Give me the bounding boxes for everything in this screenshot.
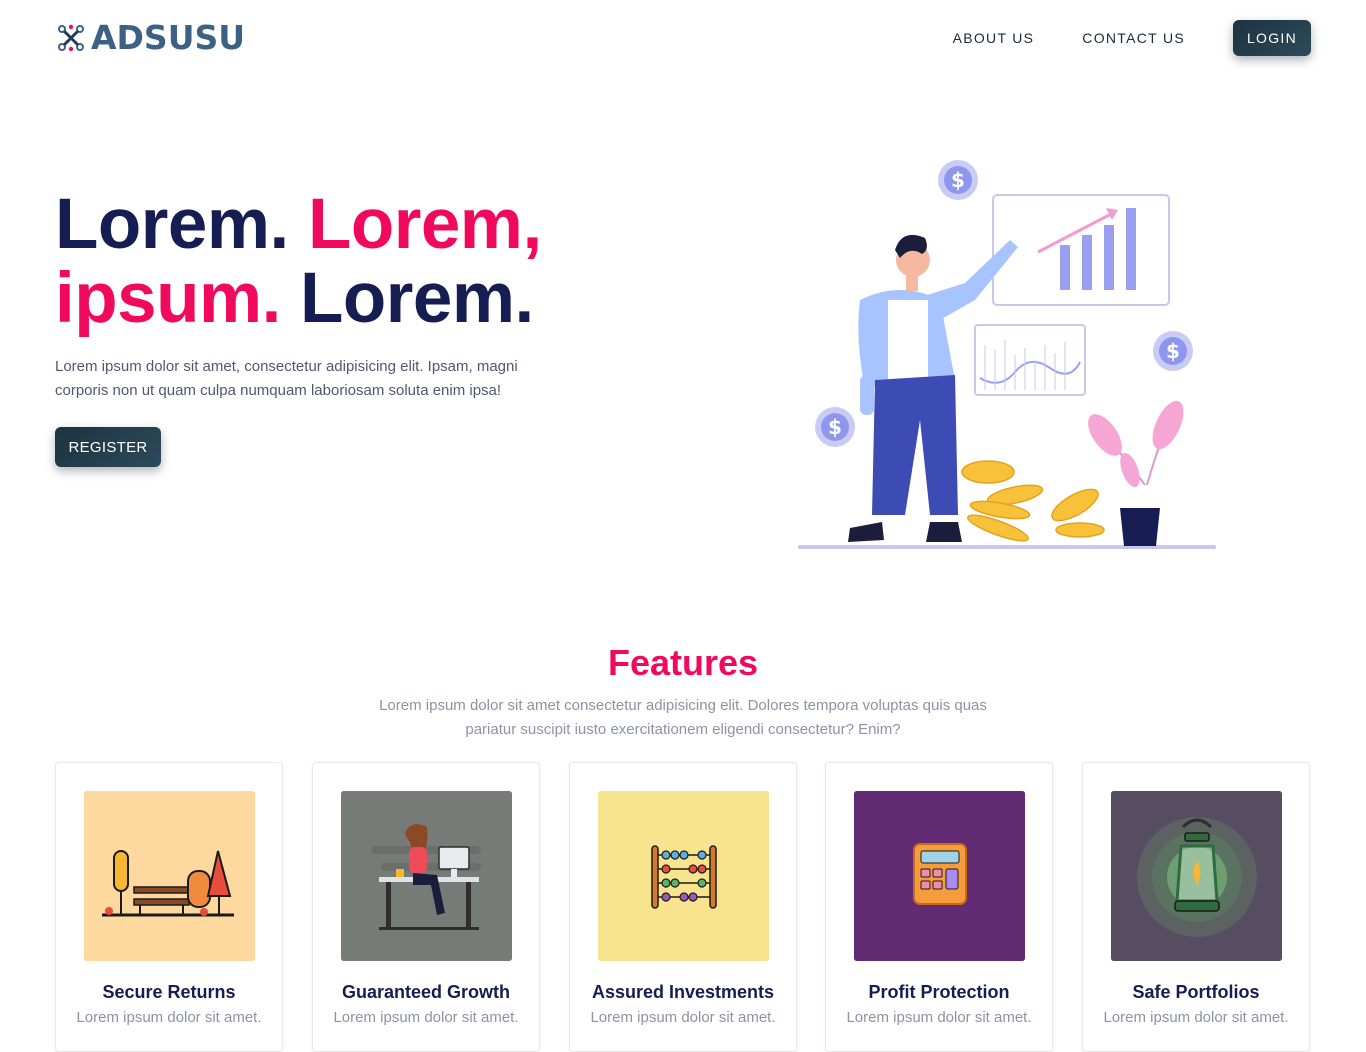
site-header: ADSUSU ABOUT US CONTACT US LOGIN xyxy=(0,0,1366,80)
feature-card-text: Lorem ipsum dolor sit amet. xyxy=(333,1009,519,1026)
feature-image xyxy=(854,791,1025,961)
feature-image xyxy=(1111,791,1282,961)
hero-title: Lorem. Lorem, ipsum. Lorem. xyxy=(55,188,542,336)
feature-card-assured-investments[interactable]: Assured Investments Lorem ipsum dolor si… xyxy=(569,762,797,1052)
feature-card-text: Lorem ipsum dolor sit amet. xyxy=(1103,1009,1289,1026)
features-heading: Features xyxy=(607,642,759,683)
hero-title-part-4: Lorem. xyxy=(280,259,534,338)
feature-card-text: Lorem ipsum dolor sit amet. xyxy=(590,1009,776,1026)
feature-card-title: Assured Investments xyxy=(591,982,775,1002)
businessman-growth-chart-illustration: $ $ $ xyxy=(798,160,1216,549)
calculator-icon xyxy=(854,791,1025,961)
dollar-coin-icon: $ xyxy=(938,160,978,200)
abacus-icon xyxy=(598,791,769,961)
feature-card-profit-protection[interactable]: Profit Protection Lorem ipsum dolor sit … xyxy=(825,762,1053,1052)
svg-text:$: $ xyxy=(828,415,842,439)
feature-card-secure-returns[interactable]: Secure Returns Lorem ipsum dolor sit ame… xyxy=(55,762,283,1052)
brand-name: ADSUSU xyxy=(91,18,246,57)
feature-card-title: Safe Portfolios xyxy=(1132,982,1260,1002)
svg-text:$: $ xyxy=(1166,339,1180,363)
woman-at-desk-icon xyxy=(341,791,512,961)
logo-mark-icon xyxy=(58,24,84,52)
hero-title-part-2: Lorem, xyxy=(307,185,542,264)
main-nav: ABOUT US CONTACT US LOGIN xyxy=(953,20,1311,56)
feature-card-text: Lorem ipsum dolor sit amet. xyxy=(76,1009,262,1026)
feature-card-text: Lorem ipsum dolor sit amet. xyxy=(846,1009,1032,1026)
feature-card-safe-portfolios[interactable]: Safe Portfolios Lorem ipsum dolor sit am… xyxy=(1082,762,1310,1052)
lantern-icon xyxy=(1111,791,1282,961)
feature-card-title: Secure Returns xyxy=(102,982,236,1002)
nav-about-us-link[interactable]: ABOUT US xyxy=(953,20,1035,56)
nav-contact-us-link[interactable]: CONTACT US xyxy=(1082,20,1185,56)
dollar-coin-icon: $ xyxy=(815,407,855,447)
feature-card-guaranteed-growth[interactable]: Guaranteed Growth Lorem ipsum dolor sit … xyxy=(312,762,540,1052)
svg-text:$: $ xyxy=(951,168,965,192)
feature-image xyxy=(341,791,512,961)
feature-image xyxy=(84,791,255,961)
hero-description: Lorem ipsum dolor sit amet, consectetur … xyxy=(55,358,518,399)
login-button[interactable]: LOGIN xyxy=(1233,20,1311,56)
features-description: Lorem ipsum dolor sit amet consectetur a… xyxy=(379,697,987,738)
hero-title-part-3: ipsum. xyxy=(55,259,281,338)
park-bench-icon xyxy=(84,791,255,961)
feature-image xyxy=(598,791,769,961)
brand-logo[interactable]: ADSUSU xyxy=(55,18,245,58)
register-button[interactable]: REGISTER xyxy=(55,427,161,467)
dollar-coin-icon: $ xyxy=(1153,331,1193,371)
hero-title-part-1: Lorem. xyxy=(55,185,308,264)
feature-card-title: Profit Protection xyxy=(868,982,1010,1002)
feature-card-title: Guaranteed Growth xyxy=(341,982,511,1002)
features-card-list: Secure Returns Lorem ipsum dolor sit ame… xyxy=(55,762,1311,1052)
